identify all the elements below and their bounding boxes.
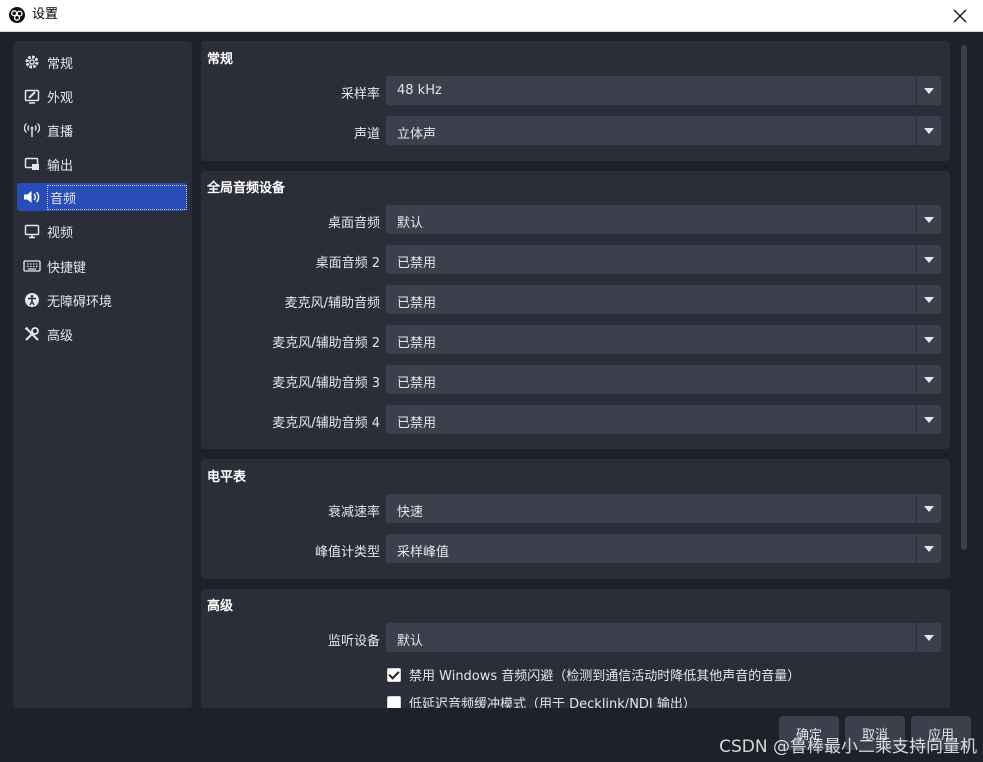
sample-rate-label: 采样率 <box>340 87 380 102</box>
obs-logo-icon <box>9 7 25 23</box>
settings-window: 设置 常规 外观 直播 输出 音频 视频 快捷键 无障碍环境 高级 常规 采样率… <box>0 0 983 762</box>
select-value: 已禁用 <box>397 296 437 311</box>
mic-aux-3-select[interactable]: 已禁用 <box>386 365 941 394</box>
checkbox-box[interactable] <box>387 667 401 682</box>
group-meters: 电平表 衰减速率 快速 峰值计类型 采样峰值 <box>201 459 950 579</box>
sidebar-item-label: 无障碍环境 <box>47 294 113 310</box>
chevron-down-icon <box>916 325 941 354</box>
settings-content: 常规 采样率 48 kHz 声道 立体声 全局音频设备 桌面音频 默认 桌面音频… <box>201 41 950 708</box>
group-general: 常规 采样率 48 kHz 声道 立体声 <box>201 41 950 161</box>
sidebar-item-advanced[interactable]: 高级 <box>17 320 187 348</box>
decay-rate-select[interactable]: 快速 <box>386 494 941 523</box>
sidebar-item-label: 直播 <box>47 124 74 140</box>
chevron-down-icon <box>916 116 941 145</box>
select-value: 48 kHz <box>397 83 442 98</box>
keyboard-icon <box>23 257 41 275</box>
group-title: 全局音频设备 <box>207 181 286 196</box>
sidebar-item-label: 快捷键 <box>47 260 87 276</box>
group-advanced: 高级 监听设备 默认 禁用 Windows 音频闪避（检测到通信活动时降低其他声… <box>201 589 950 708</box>
broadcast-icon <box>23 121 41 139</box>
monitoring-device-select[interactable]: 默认 <box>386 623 941 652</box>
chevron-down-icon <box>916 205 941 234</box>
checkbox-label: 低延迟音频缓冲模式（用于 Decklink/NDI 输出） <box>409 697 696 708</box>
desktop-audio-2-label: 桌面音频 2 <box>315 256 380 271</box>
close-icon <box>953 9 967 22</box>
desktop-audio-select[interactable]: 默认 <box>386 205 941 234</box>
chevron-down-icon <box>916 405 941 434</box>
sidebar-item-video[interactable]: 视频 <box>17 217 187 245</box>
gear-icon <box>23 53 41 71</box>
select-value: 已禁用 <box>397 256 437 271</box>
sidebar-item-appearance[interactable]: 外观 <box>17 82 187 110</box>
mic-aux-select[interactable]: 已禁用 <box>386 285 941 314</box>
chevron-down-icon <box>916 76 941 105</box>
mic-aux-2-label: 麦克风/辅助音频 2 <box>272 336 380 351</box>
chevron-down-icon <box>916 623 941 652</box>
select-value: 已禁用 <box>397 336 437 351</box>
window-title: 设置 <box>32 7 59 22</box>
desktop-audio-2-select[interactable]: 已禁用 <box>386 245 941 274</box>
tools-icon <box>23 325 41 343</box>
close-button[interactable] <box>937 0 983 31</box>
scrollbar-thumb[interactable] <box>961 45 967 550</box>
sidebar-item-hotkeys[interactable]: 快捷键 <box>17 252 187 280</box>
sidebar-item-label: 输出 <box>47 158 74 174</box>
select-value: 已禁用 <box>397 416 437 431</box>
mic-aux-2-select[interactable]: 已禁用 <box>386 325 941 354</box>
title-bar: 设置 <box>0 0 983 32</box>
group-title: 电平表 <box>207 470 247 485</box>
speaker-icon <box>23 188 41 206</box>
peak-meter-type-select[interactable]: 采样峰值 <box>386 534 941 563</box>
content-scrollbar[interactable] <box>957 41 971 708</box>
sidebar-item-accessibility[interactable]: 无障碍环境 <box>17 286 187 314</box>
chevron-down-icon <box>916 365 941 394</box>
select-value: 已禁用 <box>397 376 437 391</box>
settings-sidebar: 常规 外观 直播 输出 音频 视频 快捷键 无障碍环境 高级 <box>13 41 192 708</box>
monitoring-device-label: 监听设备 <box>327 634 380 649</box>
output-icon <box>23 155 41 173</box>
sidebar-item-label: 常规 <box>47 56 74 72</box>
checkbox-box[interactable] <box>387 695 401 708</box>
decay-rate-label: 衰减速率 <box>327 505 380 520</box>
peak-meter-type-label: 峰值计类型 <box>314 545 380 560</box>
group-title: 常规 <box>207 52 234 67</box>
accessibility-icon <box>23 291 41 309</box>
chevron-down-icon <box>916 245 941 274</box>
select-value: 默认 <box>397 216 424 231</box>
sidebar-item-output[interactable]: 输出 <box>17 150 187 178</box>
appearance-icon <box>23 87 41 105</box>
sample-rate-select[interactable]: 48 kHz <box>386 76 941 105</box>
sidebar-item-label: 外观 <box>47 90 74 106</box>
group-title: 高级 <box>207 599 234 614</box>
mic-aux-3-label: 麦克风/辅助音频 3 <box>272 376 380 391</box>
sidebar-item-label: 视频 <box>47 225 74 241</box>
watermark-text: CSDN @鲁棒最小二乘支持向量机 <box>719 737 977 757</box>
channels-label: 声道 <box>353 127 380 142</box>
select-value: 快速 <box>397 505 424 520</box>
disable-ducking-checkbox[interactable]: 禁用 Windows 音频闪避（检测到通信活动时降低其他声音的音量） <box>387 665 800 684</box>
sidebar-item-label: 高级 <box>47 328 74 344</box>
chevron-down-icon <box>916 494 941 523</box>
desktop-audio-label: 桌面音频 <box>327 216 380 231</box>
chevron-down-icon <box>916 534 941 563</box>
mic-aux-label: 麦克风/辅助音频 <box>284 296 380 311</box>
checkbox-label: 禁用 Windows 音频闪避（检测到通信活动时降低其他声音的音量） <box>409 669 801 684</box>
monitor-icon <box>23 222 41 240</box>
select-value: 立体声 <box>397 127 437 142</box>
sidebar-item-label: 音频 <box>47 184 187 210</box>
mic-aux-4-select[interactable]: 已禁用 <box>386 405 941 434</box>
low-latency-buffering-checkbox[interactable]: 低延迟音频缓冲模式（用于 Decklink/NDI 输出） <box>387 693 696 708</box>
chevron-down-icon <box>916 285 941 314</box>
select-value: 默认 <box>397 634 424 649</box>
channels-select[interactable]: 立体声 <box>386 116 941 145</box>
sidebar-item-stream[interactable]: 直播 <box>17 116 187 144</box>
sidebar-item-audio[interactable]: 音频 <box>17 183 187 211</box>
mic-aux-4-label: 麦克风/辅助音频 4 <box>272 416 380 431</box>
group-global-audio-devices: 全局音频设备 桌面音频 默认 桌面音频 2 已禁用 麦克风/辅助音频 已禁用 麦… <box>201 171 950 449</box>
sidebar-item-general[interactable]: 常规 <box>17 48 187 76</box>
select-value: 采样峰值 <box>397 545 450 560</box>
